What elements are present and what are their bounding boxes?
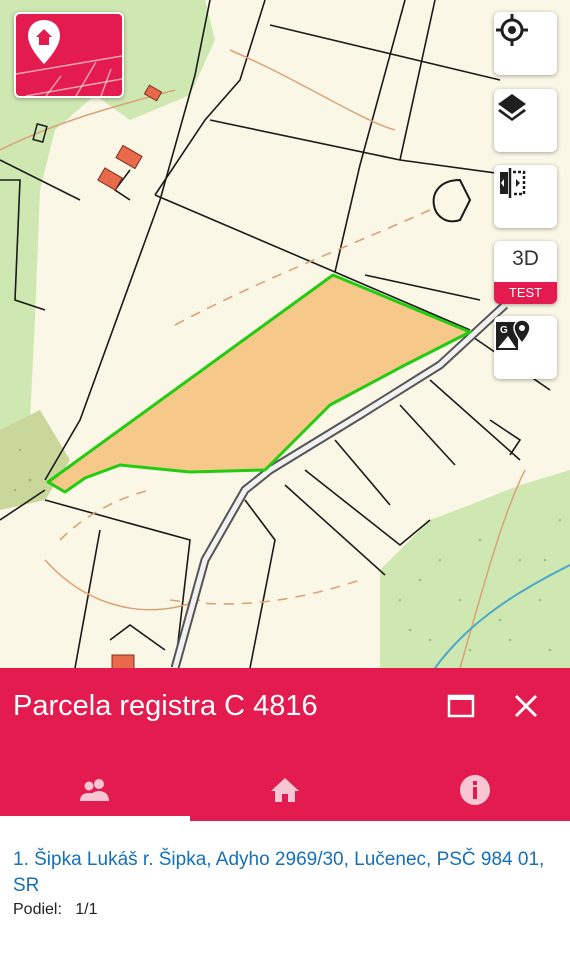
- buildings: [97, 84, 163, 668]
- home-icon: [271, 777, 299, 802]
- ownership-share: Podiel: 1/1: [13, 901, 98, 919]
- forest-area: [0, 410, 70, 510]
- owners-icon: [80, 778, 109, 801]
- share-value: 1/1: [75, 901, 98, 918]
- share-label: Podiel:: [13, 901, 62, 918]
- compare-button[interactable]: [494, 165, 557, 228]
- tab-owners[interactable]: [0, 758, 190, 821]
- layers-button[interactable]: [494, 89, 557, 152]
- parcel-panel-header: Parcela registra C 4816: [0, 668, 570, 821]
- curved-structure: [432, 178, 472, 223]
- map-pin-home-icon: [16, 20, 122, 96]
- maximize-icon: [447, 694, 475, 718]
- layers-icon: [498, 94, 526, 121]
- close-icon: [514, 694, 538, 718]
- info-icon: [460, 774, 490, 805]
- locate-button[interactable]: [494, 12, 557, 75]
- close-button[interactable]: [512, 692, 540, 720]
- test-badge: TEST: [494, 282, 557, 304]
- crosshair-icon: [496, 14, 528, 46]
- owner-list: 1. Šipka Lukáš r. Šipka, Adyho 2969/30, …: [0, 821, 570, 960]
- split-compare-icon: [500, 168, 526, 198]
- cadastral-map[interactable]: 3D TEST G: [0, 0, 570, 668]
- app-logo-button[interactable]: [14, 12, 124, 98]
- parcel-title: Parcela registra C 4816: [13, 690, 318, 722]
- google-maps-icon: G: [496, 319, 531, 350]
- forest-area: [380, 470, 570, 668]
- 3d-label: 3D: [512, 247, 539, 270]
- maximize-button[interactable]: [447, 692, 475, 720]
- 3d-button[interactable]: 3D TEST: [494, 241, 557, 304]
- google-maps-button[interactable]: G: [494, 316, 557, 379]
- tab-property[interactable]: [190, 758, 380, 821]
- owner-entry-link[interactable]: 1. Šipka Lukáš r. Šipka, Adyho 2969/30, …: [13, 847, 553, 899]
- tab-info[interactable]: [380, 758, 570, 821]
- map-canvas[interactable]: [0, 0, 570, 668]
- svg-text:G: G: [500, 325, 508, 336]
